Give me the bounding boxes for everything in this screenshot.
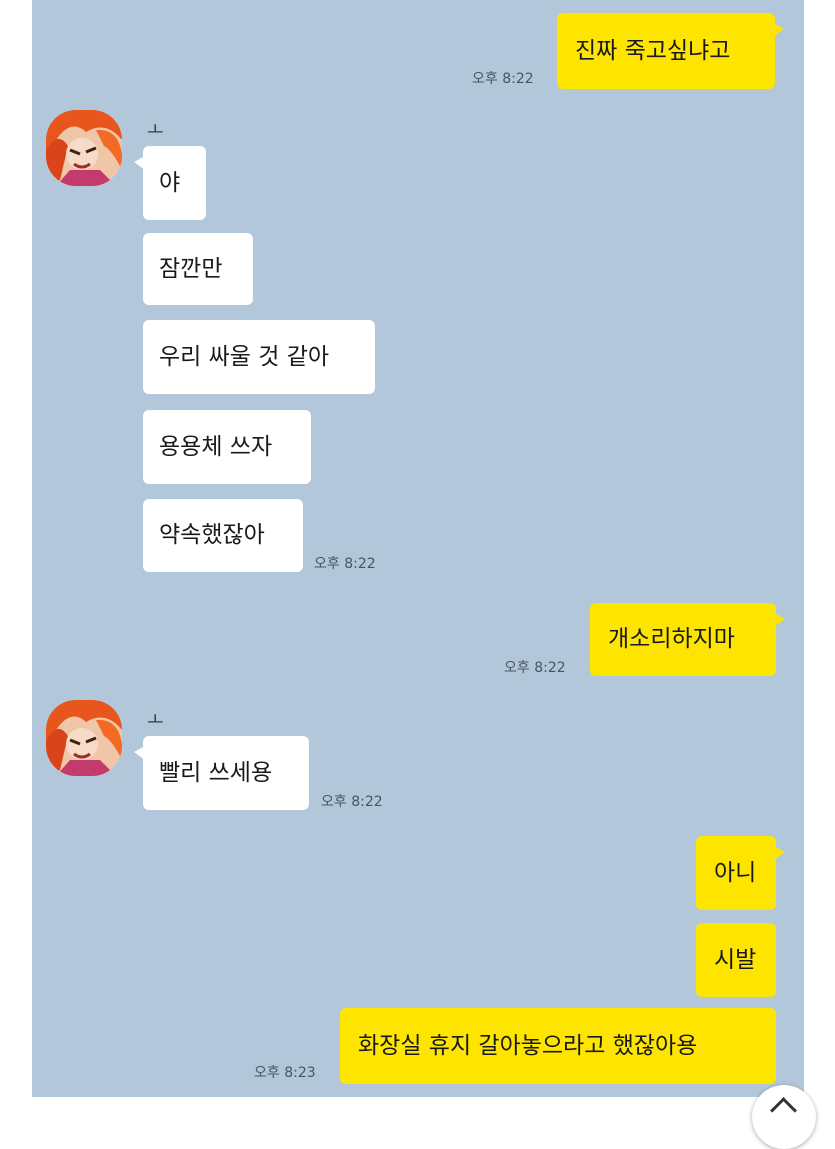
my-message-bubble[interactable]: 시발 <box>696 923 776 997</box>
message-text: 야 <box>159 169 181 196</box>
their-message-bubble[interactable]: 약속했잖아 <box>143 499 303 572</box>
their-message-bubble[interactable]: 빨리 쓰세용 <box>134 736 309 810</box>
message-time: 오후 8:22 <box>314 556 376 572</box>
message-time: 오후 8:22 <box>472 71 534 87</box>
their-message-bubble[interactable]: 용용체 쓰자 <box>143 410 311 484</box>
avatar-image <box>46 700 122 776</box>
message-text: 진짜 죽고싶냐고 <box>575 37 731 64</box>
my-message-bubble[interactable]: 아니 <box>696 836 785 910</box>
my-message-bubble[interactable]: 개소리하지마 <box>590 603 785 676</box>
message-text: 아니 <box>714 859 757 886</box>
message-text: 화장실 휴지 갈아놓으라고 했잖아용 <box>358 1032 698 1059</box>
chevron-up-icon <box>770 1097 797 1124</box>
message-time: 오후 8:22 <box>321 794 383 810</box>
message-text: 잠깐만 <box>159 255 223 282</box>
sender-name: ㅗ <box>147 120 164 141</box>
scroll-up-button[interactable] <box>752 1085 816 1149</box>
message-text: 빨리 쓰세용 <box>159 759 273 786</box>
message-time: 오후 8:23 <box>254 1065 316 1081</box>
message-text: 용용체 쓰자 <box>159 433 273 460</box>
avatar[interactable] <box>46 700 122 776</box>
chat-room[interactable]: 진짜 죽고싶냐고 오후 8:22 ㅗ 야 잠깐만 우리 싸울 것 같아 용용체 … <box>32 0 804 1097</box>
their-message-bubble[interactable]: 야 <box>134 146 206 220</box>
their-message-bubble[interactable]: 우리 싸울 것 같아 <box>143 320 375 394</box>
message-text: 약속했잖아 <box>159 522 265 548</box>
avatar-image <box>46 110 122 186</box>
message-text: 시발 <box>714 946 757 973</box>
message-text: 우리 싸울 것 같아 <box>159 343 330 370</box>
sender-name: ㅗ <box>147 710 164 731</box>
avatar[interactable] <box>46 110 122 186</box>
message-text: 개소리하지마 <box>608 626 735 652</box>
my-message-bubble[interactable]: 화장실 휴지 갈아놓으라고 했잖아용 <box>340 1008 776 1084</box>
their-message-bubble[interactable]: 잠깐만 <box>143 233 253 305</box>
message-time: 오후 8:22 <box>504 660 566 676</box>
my-message-bubble[interactable]: 진짜 죽고싶냐고 <box>557 13 784 89</box>
